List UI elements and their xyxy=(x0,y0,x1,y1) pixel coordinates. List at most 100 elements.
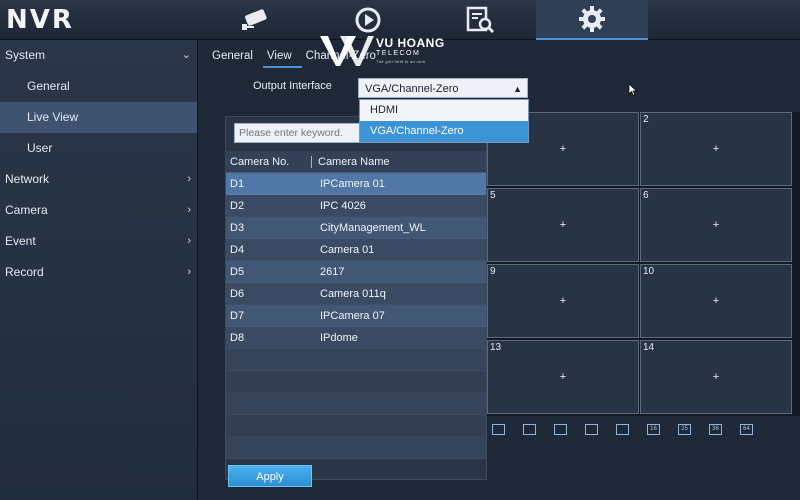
add-camera-icon: + xyxy=(559,219,567,231)
camera-no: D3 xyxy=(230,222,245,234)
nvr-logo: NVR xyxy=(6,5,74,35)
table-row[interactable]: D3 CityManagement_WL xyxy=(226,217,486,239)
settings-button[interactable] xyxy=(536,0,648,40)
table-header: Camera No. Camera Name xyxy=(226,151,486,173)
table-row[interactable]: D4 Camera 01 xyxy=(226,239,486,261)
add-camera-icon: + xyxy=(559,295,567,307)
grid-cell[interactable]: 2 + xyxy=(640,112,792,186)
camera-name: IPdome xyxy=(320,332,358,344)
add-camera-icon: + xyxy=(712,143,720,155)
sidebar: System ⌄ General Live View User Network … xyxy=(0,40,198,500)
layout-6-button[interactable] xyxy=(554,423,567,435)
chevron-down-icon: ⌄ xyxy=(181,49,191,61)
output-interface-value: VGA/Channel-Zero xyxy=(365,83,459,95)
camera-name: Camera 011q xyxy=(320,288,386,300)
sidebar-item-system[interactable]: System ⌄ xyxy=(0,40,197,71)
table-row[interactable]: D7 IPCamera 07 xyxy=(226,305,486,327)
sidebar-item-event[interactable]: Event › xyxy=(0,226,197,257)
grid-cell[interactable]: 14 + xyxy=(640,340,792,414)
sidebar-item-label: General xyxy=(27,79,70,93)
output-interface-label: Output Interface xyxy=(253,80,332,92)
sidebar-item-live-view[interactable]: Live View xyxy=(0,102,197,133)
chevron-right-icon: › xyxy=(187,235,191,247)
sidebar-item-label: Event xyxy=(5,234,36,248)
mouse-cursor-icon xyxy=(628,83,638,96)
chevron-right-icon: › xyxy=(187,173,191,185)
live-view-camera-button[interactable] xyxy=(200,0,312,40)
layout-4-button[interactable] xyxy=(523,423,536,435)
layout-25-button[interactable]: 25 xyxy=(678,423,691,435)
dropdown-option-hdmi[interactable]: HDMI xyxy=(360,100,528,121)
table-row[interactable]: D2 IPC 4026 xyxy=(226,195,486,217)
camera-table: Camera No. Camera Name D1 IPCamera 01 D2… xyxy=(226,151,486,459)
output-interface-select[interactable]: VGA/Channel-Zero ▲ xyxy=(358,78,528,98)
table-row[interactable]: D1 IPCamera 01 xyxy=(226,173,486,195)
camera-no: D5 xyxy=(230,266,245,278)
sidebar-item-label: Live View xyxy=(27,110,79,124)
sidebar-item-label: Network xyxy=(5,172,50,186)
camera-list-panel: Camera No. Camera Name D1 IPCamera 01 D2… xyxy=(225,116,487,480)
empty-table-row xyxy=(226,371,486,393)
watermark-text: VU HOANG xyxy=(376,36,445,50)
sidebar-item-network[interactable]: Network › xyxy=(0,164,197,195)
layout-1-button[interactable] xyxy=(492,423,505,435)
column-header-camera-no: Camera No. xyxy=(226,156,312,168)
camera-name: 2617 xyxy=(320,266,345,278)
empty-table-row xyxy=(226,437,486,459)
layout-8-button[interactable] xyxy=(585,423,598,435)
chevron-right-icon: › xyxy=(187,204,191,216)
sidebar-item-label: Camera xyxy=(5,203,48,217)
layout-selector-bar: 16 25 36 64 xyxy=(487,418,800,440)
sidebar-item-camera[interactable]: Camera › xyxy=(0,195,197,226)
add-camera-icon: + xyxy=(712,219,720,231)
tab-general[interactable]: General xyxy=(208,46,263,68)
camera-name: IPCamera 01 xyxy=(320,178,385,190)
camera-no: D2 xyxy=(230,200,245,212)
sidebar-item-label: Record xyxy=(5,265,44,279)
layout-9-button[interactable] xyxy=(616,423,629,435)
search-file-icon xyxy=(466,6,495,34)
grid-cell[interactable]: 6 + xyxy=(640,188,792,262)
camera-no: D4 xyxy=(230,244,245,256)
camera-name: Camera 01 xyxy=(320,244,375,256)
search-input[interactable] xyxy=(234,123,364,143)
sidebar-item-user[interactable]: User xyxy=(0,133,197,164)
add-camera-icon: + xyxy=(559,371,567,383)
sidebar-item-general[interactable]: General xyxy=(0,71,197,102)
grid-cell[interactable]: 10 + xyxy=(640,264,792,338)
chevron-up-icon: ▲ xyxy=(513,84,522,94)
camera-name: IPC 4026 xyxy=(320,200,366,212)
table-row[interactable]: D8 IPdome xyxy=(226,327,486,349)
column-header-camera-name: Camera Name xyxy=(318,156,390,168)
tab-view[interactable]: View xyxy=(262,46,302,68)
grid-cell[interactable]: 9 + xyxy=(487,264,639,338)
camera-no: D6 xyxy=(230,288,245,300)
main-panel: General View Channel-Zero VU HOANG TELEC… xyxy=(198,36,800,500)
camera-no: D8 xyxy=(230,332,245,344)
add-camera-icon: + xyxy=(712,371,720,383)
grid-cell[interactable]: 13 + xyxy=(487,340,639,414)
table-body: D1 IPCamera 01 D2 IPC 4026 D3 CityManage… xyxy=(226,173,486,459)
empty-table-row xyxy=(226,349,486,371)
camera-icon xyxy=(242,9,267,30)
camera-name: IPCamera 07 xyxy=(320,310,385,322)
camera-no: D1 xyxy=(230,178,245,190)
table-row[interactable]: D6 Camera 011q xyxy=(226,283,486,305)
layout-36-button[interactable]: 36 xyxy=(709,423,722,435)
channel-layout-grid: + 2 + 5 + 6 + 9 + 10 + 13 + 14 + xyxy=(487,112,800,416)
layout-16-button[interactable]: 16 xyxy=(647,423,660,435)
grid-cell[interactable]: 5 + xyxy=(487,188,639,262)
apply-button[interactable]: Apply xyxy=(228,465,312,487)
chevron-right-icon: › xyxy=(187,266,191,278)
layout-64-button[interactable]: 64 xyxy=(740,423,753,435)
add-camera-icon: + xyxy=(712,295,720,307)
table-row[interactable]: D5 2617 xyxy=(226,261,486,283)
sidebar-item-record[interactable]: Record › xyxy=(0,257,197,288)
camera-no: D7 xyxy=(230,310,245,322)
watermark-logo: VU HOANG TELECOM Thế giới thiết bị an ni… xyxy=(318,34,468,74)
playback-icon xyxy=(355,7,381,33)
empty-table-row xyxy=(226,415,486,437)
output-interface-dropdown: HDMI VGA/Channel-Zero xyxy=(359,99,529,143)
watermark-tagline: Thế giới thiết bị an ninh xyxy=(376,59,426,64)
dropdown-option-vga-channel-zero[interactable]: VGA/Channel-Zero xyxy=(360,121,528,142)
